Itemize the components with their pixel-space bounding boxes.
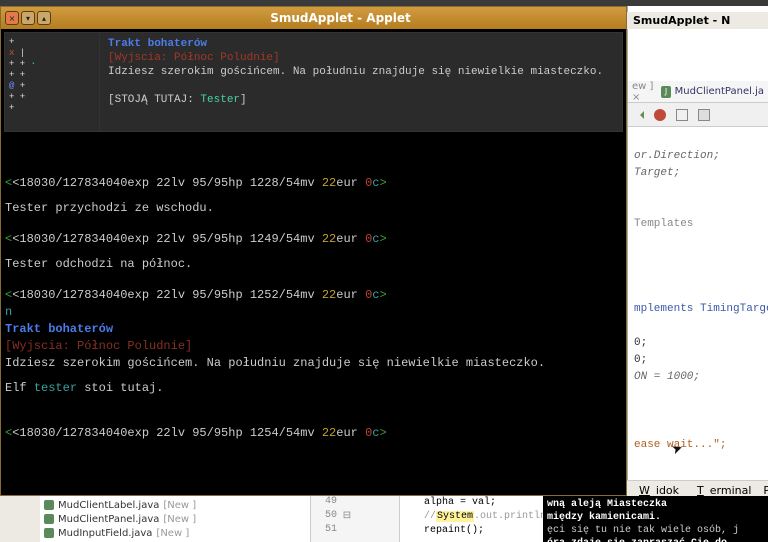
code-line: Templates <box>634 218 693 230</box>
game-line: Tester odchodzi na północ. <box>5 256 622 273</box>
command-input-row <box>1 477 626 495</box>
command-input[interactable] <box>5 479 622 493</box>
layout-icon[interactable] <box>676 109 688 121</box>
prompt-line: <<18030/127834040exp 22lv 95/95hp 1228/5… <box>5 175 622 192</box>
file-row[interactable]: MudClientPanel.java [New ] <box>44 512 306 526</box>
java-file-icon <box>44 500 54 510</box>
line-gutter: 49 50⊟ 51 <box>310 496 400 542</box>
room-exits: [Wyjscia: Północ Poludnie] <box>5 338 622 355</box>
room-body: Idziesz szerokim gościńcem. Na południu … <box>108 65 614 79</box>
code-line: 0; <box>634 354 647 366</box>
java-file-icon <box>44 514 54 524</box>
window-maximize-button[interactable]: ▴ <box>37 11 51 25</box>
file-row[interactable]: MudClientLabel.java [New ] <box>44 498 306 512</box>
code-line: 0; <box>634 337 647 349</box>
ide-window: SmudApplet - N ew ] × J MudClientPanel.j… <box>627 6 768 496</box>
code-line: Target; <box>634 167 680 179</box>
room-occupants: [STOJĄ TUTAJ: Tester] <box>108 93 614 107</box>
stop-icon[interactable] <box>654 109 666 121</box>
tab-left-fragment: ew ] × <box>632 81 657 103</box>
editor-tab-bar[interactable]: ew ] × J MudClientPanel.ja <box>628 81 768 103</box>
prompt-line: <<18030/127834040exp 22lv 95/95hp 1252/5… <box>5 287 622 304</box>
file-row[interactable]: MudInputField.java [New ] <box>44 526 306 540</box>
room-title: Trakt bohaterów <box>5 321 622 338</box>
prompt-line: <<18030/127834040exp 22lv 95/95hp 1249/5… <box>5 231 622 248</box>
code-line: mplements TimingTarget <box>634 303 768 315</box>
command-echo: n <box>5 304 622 321</box>
prompt-line: <<18030/127834040exp 22lv 95/95hp 1254/5… <box>5 425 622 442</box>
code-editor[interactable]: or.Direction; Target; Templates mplement… <box>628 127 768 475</box>
editor-toolbar <box>628 103 768 127</box>
project-file-list[interactable]: MudClientLabel.java [New ] MudClientPane… <box>40 496 310 542</box>
app-window: × ▾ ▴ SmudApplet - Applet + x | + + · + … <box>0 6 627 496</box>
java-file-icon <box>44 528 54 538</box>
java-icon: J <box>661 86 670 98</box>
game-line: Tester przychodzi ze wschodu. <box>5 200 622 217</box>
nav-back-icon[interactable] <box>636 111 644 119</box>
room-description: Trakt bohaterów [Wyjscia: Północ Poludni… <box>100 33 622 131</box>
secondary-terminal[interactable]: wną aleją Miasteczka między kamienicami.… <box>543 496 768 542</box>
pin-icon[interactable] <box>698 109 710 121</box>
code-line: ease wait..."; <box>634 439 726 451</box>
occupant-line: Elf tester stoi tutaj. <box>5 380 622 397</box>
minimap: + x | + + · + + @ + + + + <box>5 33 100 131</box>
room-body: Idziesz szerokim gościńcem. Na południu … <box>5 355 622 372</box>
titlebar[interactable]: × ▾ ▴ SmudApplet - Applet <box>1 7 626 29</box>
room-title: Trakt bohaterów <box>108 37 614 51</box>
code-snippet[interactable]: alpha = val; //System.out.println( repai… <box>400 496 543 542</box>
ide-window-title: SmudApplet - N <box>627 12 768 29</box>
terminal-output[interactable]: <<18030/127834040exp 22lv 95/95hp 1228/5… <box>1 135 626 477</box>
window-title: SmudApplet - Applet <box>59 11 622 25</box>
info-panel: + x | + + · + + @ + + + + Trakt bohateró… <box>4 32 623 132</box>
window-minimize-button[interactable]: ▾ <box>21 11 35 25</box>
window-close-button[interactable]: × <box>5 11 19 25</box>
room-exits: [Wyjscia: Północ Poludnie] <box>108 51 614 65</box>
code-line: or.Direction; <box>634 150 720 162</box>
editor-tab-label[interactable]: MudClientPanel.ja <box>675 86 764 97</box>
code-line: ON = 1000; <box>634 371 700 383</box>
